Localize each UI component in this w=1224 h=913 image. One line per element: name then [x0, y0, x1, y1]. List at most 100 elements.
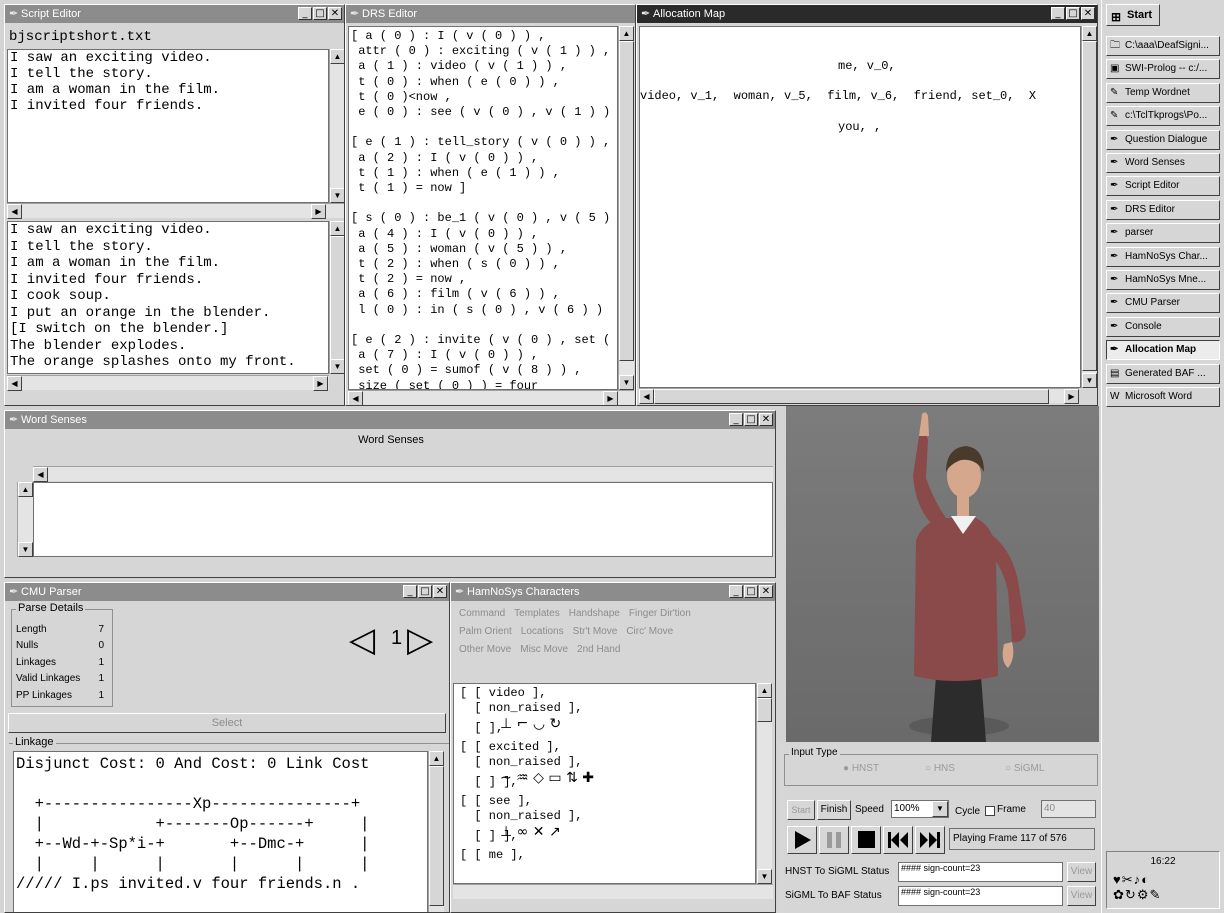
- drs-text-area[interactable]: [ a ( 0 ) : I ( v ( 0 ) ) , attr ( 0 ) :…: [348, 26, 618, 390]
- scroll-right-arrow[interactable]: ▶: [1064, 389, 1079, 404]
- scroll-down-arrow[interactable]: ▼: [619, 375, 634, 390]
- filename-field[interactable]: bjscriptshort.txt: [7, 26, 344, 48]
- vertical-scrollbar[interactable]: ▲ ▼: [618, 26, 634, 390]
- scroll-left-arrow[interactable]: ◀: [348, 391, 363, 405]
- scroll-left-arrow[interactable]: ◀: [7, 204, 22, 219]
- horizontal-scrollbar[interactable]: ◀ ▶: [348, 390, 634, 405]
- scroll-left-arrow[interactable]: ◀: [33, 467, 48, 482]
- menu-item[interactable]: Str't Move: [573, 626, 618, 637]
- scroll-up-arrow[interactable]: ▲: [330, 49, 344, 64]
- menu-item[interactable]: Other Move: [459, 644, 511, 655]
- menu-item[interactable]: Palm Orient: [459, 626, 512, 637]
- chevron-down-icon[interactable]: ▼: [932, 801, 948, 817]
- radio-hnst[interactable]: ● HNST: [843, 763, 879, 774]
- word-senses-titlebar[interactable]: ✒ Word Senses _ □ ✕: [5, 411, 775, 429]
- minimize-button[interactable]: _: [729, 413, 743, 426]
- vertical-scrollbar[interactable]: ▲ ▼: [329, 49, 344, 203]
- taskbar-item[interactable]: ✒ Script Editor: [1106, 176, 1220, 197]
- pause-button[interactable]: [819, 826, 849, 854]
- menu-item[interactable]: 2nd Hand: [577, 644, 620, 655]
- scroll-up-arrow[interactable]: ▲: [619, 26, 634, 41]
- vertical-scrollbar[interactable]: ▲ ▼: [17, 482, 33, 557]
- scroll-up-arrow[interactable]: ▲: [757, 683, 772, 698]
- tray-gear-icon[interactable]: ⚙: [1137, 887, 1150, 902]
- scroll-thumb[interactable]: [757, 698, 772, 722]
- speed-select[interactable]: 100% ▼: [891, 800, 949, 818]
- taskbar-item[interactable]: ✒ parser: [1106, 223, 1220, 244]
- play-button[interactable]: [787, 826, 817, 854]
- vertical-scrollbar[interactable]: ▲ ▼: [756, 683, 772, 884]
- scroll-right-arrow[interactable]: ▶: [603, 391, 618, 405]
- tray-sync-icon[interactable]: ↻: [1125, 887, 1137, 902]
- vertical-scrollbar[interactable]: ▲ ▼: [329, 221, 344, 374]
- close-button[interactable]: ✕: [759, 413, 773, 426]
- minimize-button[interactable]: _: [298, 7, 312, 20]
- menu-item[interactable]: Circ' Move: [626, 626, 673, 637]
- select-button[interactable]: Select: [8, 713, 446, 733]
- vertical-scrollbar[interactable]: ▲ ▼: [1081, 26, 1097, 388]
- hnst-view-button[interactable]: View: [1067, 862, 1096, 882]
- word-senses-list[interactable]: [33, 482, 773, 557]
- scroll-left-arrow[interactable]: ◀: [7, 376, 22, 391]
- tray-app-icon[interactable]: ✿: [1113, 887, 1125, 902]
- scroll-up-arrow[interactable]: ▲: [18, 482, 33, 497]
- taskbar-item[interactable]: ✎ c:\TclTkprogs\Po...: [1106, 106, 1220, 127]
- clock[interactable]: 16:22: [1107, 856, 1219, 867]
- tray-shield-icon[interactable]: ♥: [1113, 872, 1122, 887]
- start-menu-button[interactable]: ⊞ Start: [1106, 4, 1160, 26]
- horizontal-scrollbar[interactable]: ◀ ▶: [7, 203, 344, 219]
- menu-item[interactable]: Command: [459, 608, 505, 619]
- taskbar-item[interactable]: ✎ Temp Wordnet: [1106, 82, 1220, 103]
- cmu-parser-titlebar[interactable]: ✒ CMU Parser _ □ ✕: [5, 583, 449, 601]
- start-button[interactable]: Start: [787, 800, 815, 820]
- horizontal-scrollbar[interactable]: ◀: [33, 466, 773, 482]
- scroll-up-arrow[interactable]: ▲: [429, 751, 444, 766]
- stop-button[interactable]: [851, 826, 881, 854]
- menu-item[interactable]: Locations: [521, 626, 564, 637]
- hamnosys-titlebar[interactable]: ✒ HamNoSys Characters _ □ ✕: [451, 583, 775, 601]
- scroll-thumb[interactable]: [330, 236, 344, 360]
- script-text-top[interactable]: I saw an exciting video. I tell the story…: [7, 49, 329, 203]
- menu-item[interactable]: Misc Move: [520, 644, 568, 655]
- vertical-scrollbar[interactable]: ▲: [428, 751, 444, 912]
- horizontal-scrollbar[interactable]: ◀ ▶: [639, 388, 1079, 404]
- scroll-down-arrow[interactable]: ▼: [330, 359, 344, 374]
- close-button[interactable]: ✕: [328, 7, 342, 20]
- maximize-button[interactable]: □: [1066, 7, 1080, 20]
- minimize-button[interactable]: _: [729, 585, 743, 598]
- taskbar-item[interactable]: ✒ HamNoSys Char...: [1106, 246, 1220, 267]
- maximize-button[interactable]: □: [744, 413, 758, 426]
- prev-linkage-button[interactable]: ◁: [349, 623, 375, 657]
- taskbar-item[interactable]: W Microsoft Word: [1106, 387, 1220, 407]
- menu-item[interactable]: Handshape: [569, 608, 620, 619]
- scroll-up-arrow[interactable]: ▲: [330, 221, 344, 236]
- taskbar-item[interactable]: ✒ DRS Editor: [1106, 199, 1220, 220]
- taskbar-item[interactable]: ✒ Allocation Map: [1106, 340, 1220, 361]
- taskbar-item[interactable]: ✒ CMU Parser: [1106, 293, 1220, 314]
- radio-sigml[interactable]: ○ SiGML: [1005, 763, 1044, 774]
- tray-speaker-icon[interactable]: ♪: [1134, 872, 1142, 887]
- close-button[interactable]: ✕: [1081, 7, 1095, 20]
- tray-clip-icon[interactable]: ✎: [1149, 887, 1161, 902]
- maximize-button[interactable]: □: [744, 585, 758, 598]
- allocation-canvas[interactable]: me, v_0, video, v_1, woman, v_5, film, v…: [639, 26, 1081, 388]
- taskbar-item[interactable]: ✒ HamNoSys Mne...: [1106, 270, 1220, 290]
- tray-tool-icon[interactable]: ✂: [1122, 872, 1134, 887]
- close-button[interactable]: ✕: [433, 585, 447, 598]
- scroll-down-arrow[interactable]: ▼: [1082, 373, 1097, 388]
- hamnosys-text[interactable]: [ [ video ], [ non_raised ], [ ], ⊥ ⌐ ◡ …: [453, 683, 756, 884]
- minimize-button[interactable]: _: [1051, 7, 1065, 20]
- scroll-thumb[interactable]: [654, 389, 1049, 404]
- finish-button[interactable]: Finish: [817, 800, 851, 820]
- maximize-button[interactable]: □: [418, 585, 432, 598]
- taskbar-item[interactable]: ▣ SWI-Prolog -- c:/...: [1106, 59, 1220, 80]
- scroll-down-arrow[interactable]: ▼: [18, 542, 33, 557]
- taskbar-item[interactable]: ✒ Question Dialogue: [1106, 129, 1220, 150]
- scroll-thumb[interactable]: [619, 41, 634, 361]
- scroll-down-arrow[interactable]: ▼: [330, 188, 344, 203]
- menu-item[interactable]: Finger Dir'tion: [629, 608, 691, 619]
- scroll-right-arrow[interactable]: ▶: [311, 204, 326, 219]
- script-text-bottom[interactable]: I saw an exciting video. I tell the story…: [7, 221, 329, 374]
- next-linkage-button[interactable]: ▷: [407, 623, 433, 657]
- rewind-button[interactable]: [883, 826, 913, 854]
